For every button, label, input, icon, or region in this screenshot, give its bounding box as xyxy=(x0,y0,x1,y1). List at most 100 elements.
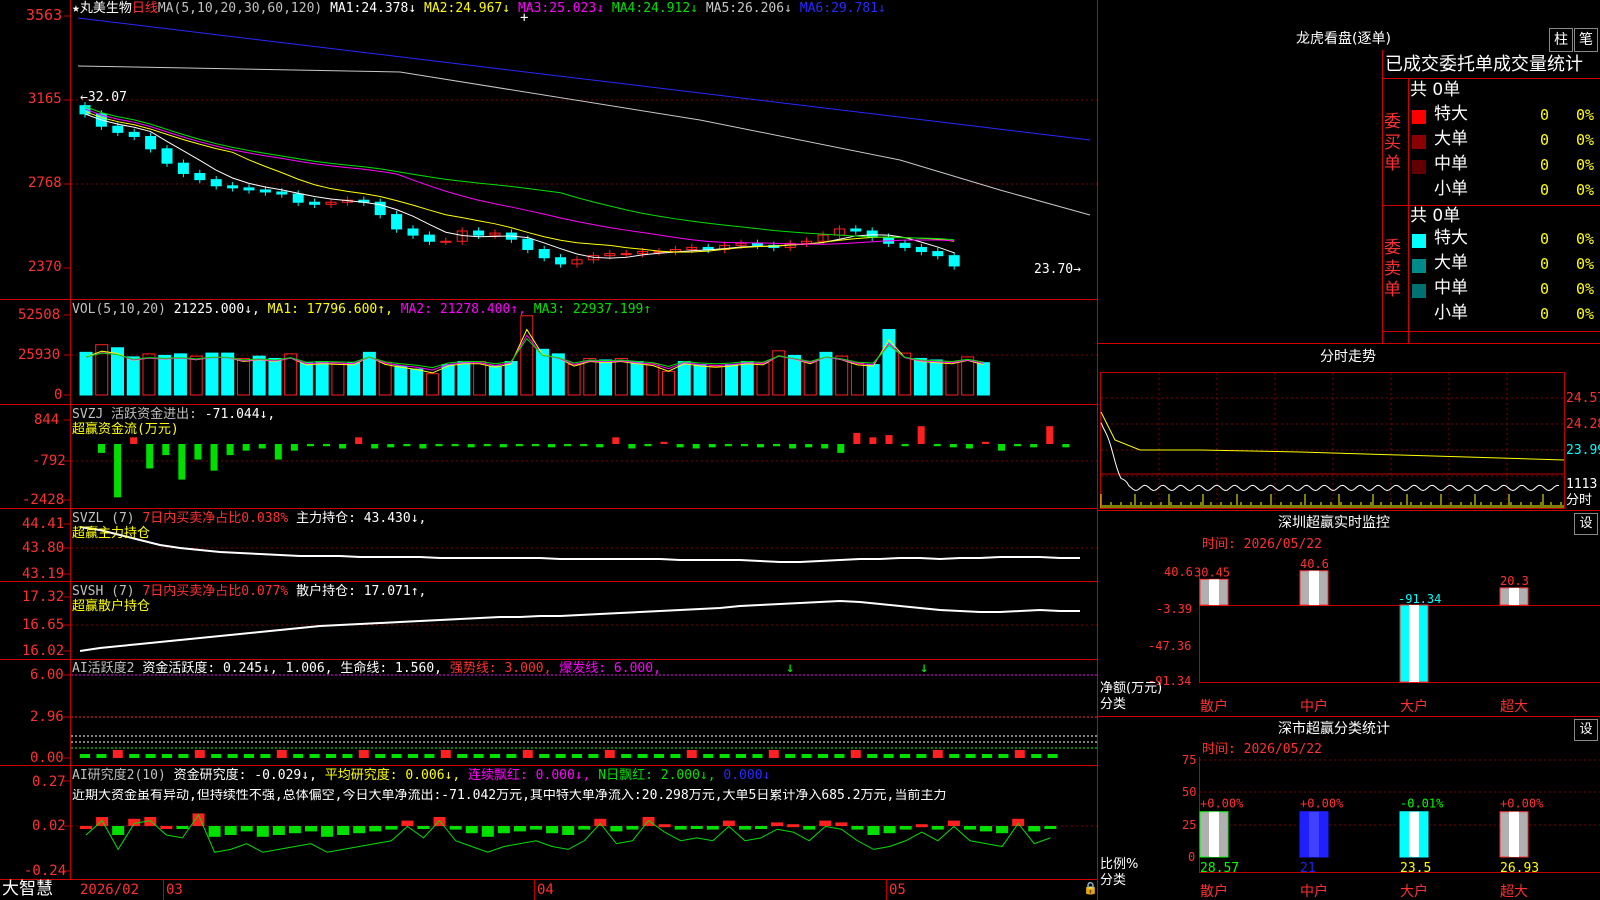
period-label[interactable]: 日线 xyxy=(132,1,158,16)
fund-flow-bar xyxy=(531,444,539,447)
retail-holdings-line xyxy=(79,599,1080,652)
ai1-lifeline: 生命线: 1.560, xyxy=(340,661,442,676)
activity-bar xyxy=(883,754,894,758)
volume-bar xyxy=(520,315,534,396)
candle-body xyxy=(948,255,960,267)
activity-bar xyxy=(801,754,812,758)
fund-flow-bar xyxy=(226,444,234,456)
activity-bar xyxy=(654,754,664,758)
activity-bar xyxy=(178,754,189,758)
volume-bar xyxy=(173,353,187,396)
candle-body xyxy=(194,172,206,181)
volume-bar xyxy=(142,353,156,396)
fund-flow-bar xyxy=(499,444,507,448)
axis-label: 3563 xyxy=(26,6,63,24)
ma-line-4 xyxy=(84,106,955,241)
research-bar xyxy=(947,820,960,826)
candle-body xyxy=(522,238,534,251)
monitor-category-label: 中户 xyxy=(1300,699,1328,715)
fund-flow-bar xyxy=(451,444,459,447)
svzl-value: 主力持仓: 43.430↓, xyxy=(296,511,427,526)
activity-bar xyxy=(932,750,943,758)
activity-bar xyxy=(375,754,386,758)
volume-bar xyxy=(473,360,487,396)
activity-bar xyxy=(752,754,763,758)
fund-flow-bar xyxy=(1062,444,1070,448)
activity-bar xyxy=(588,754,599,758)
axis-label: 2.96 xyxy=(30,709,64,725)
svzj-value: -71.044↓, xyxy=(204,407,276,422)
activity-bar xyxy=(686,750,697,758)
candle-body xyxy=(227,185,239,189)
fund-flow-bar xyxy=(901,444,909,447)
sell-row-pct: 0% xyxy=(1576,280,1595,298)
sell-row-name: 特大 xyxy=(1434,228,1468,248)
low-mark: 23.70→ xyxy=(1034,262,1081,277)
axis-label: 2768 xyxy=(28,175,62,191)
buy-row-pct: 0% xyxy=(1576,131,1595,149)
buy-row-name: 大单 xyxy=(1434,129,1468,149)
main-holdings-line xyxy=(79,526,1080,563)
tick-mode-button[interactable]: 笔 xyxy=(1574,28,1598,52)
research-bar xyxy=(288,826,301,834)
fund-flow-bar xyxy=(1030,444,1038,448)
research-bar xyxy=(851,826,864,830)
monitor-title: 深圳超赢实时监控 xyxy=(1278,515,1390,531)
volume-bar xyxy=(945,360,959,396)
buy-row-name: 小单 xyxy=(1434,179,1468,199)
volume-bar xyxy=(614,357,628,396)
candle-body xyxy=(128,131,140,137)
candle-body xyxy=(210,179,222,187)
bar-mode-button[interactable]: 柱 xyxy=(1549,28,1573,52)
research-bar xyxy=(626,826,639,830)
fund-flow-bar xyxy=(258,444,266,449)
axis-label: 75 xyxy=(1182,753,1197,767)
classify-settings-button[interactable]: 设 xyxy=(1574,719,1598,741)
fund-flow-bar xyxy=(644,444,652,447)
high-mark-value: 32.07 xyxy=(87,90,127,105)
fund-flow-bar xyxy=(821,444,829,449)
stock-name[interactable]: 丸美生物 xyxy=(80,1,132,16)
activity-bar xyxy=(768,750,779,758)
monitor-bar-value: -91.34 xyxy=(1398,592,1441,606)
lock-icon[interactable]: 🔒 xyxy=(1083,882,1098,894)
monitor-ylabel: 净额(万元) xyxy=(1100,681,1163,696)
fund-flow-bar xyxy=(965,444,973,449)
volume-bar xyxy=(567,364,581,396)
classify-ylabel: 比例% xyxy=(1100,857,1139,872)
vol-title-bar: VOL(5,10,20) 21225.000↓, MA1: 17796.600↑… xyxy=(72,303,651,316)
sell-row-pct: 0% xyxy=(1576,305,1595,323)
volume-bar xyxy=(693,364,707,396)
vol-ma1: MA1: 17796.600↑, xyxy=(267,302,393,317)
candle-body xyxy=(899,242,911,248)
research-bar xyxy=(449,826,462,830)
candle-body xyxy=(620,253,632,256)
axis-label: 6.00 xyxy=(30,667,64,683)
fund-flow-bar xyxy=(467,444,475,448)
intraday-vol-label: 分时 xyxy=(1566,493,1593,508)
fund-flow-bar xyxy=(323,444,331,447)
plot-layer: +↓ ↓30.4540.6-91.3420.3+0.00%28.57+0.00%2… xyxy=(77,10,1565,876)
volume-bar xyxy=(126,356,140,396)
intraday-title: 分时走势 xyxy=(1320,349,1376,365)
monitor-bar-value: 30.45 xyxy=(1194,565,1230,579)
star-icon[interactable]: ★ xyxy=(72,1,80,16)
svsh-value: 散户持仓: 17.071↑, xyxy=(296,584,427,599)
svzl-ratio: 7日内买卖净占比0.038% xyxy=(142,511,289,526)
sell-row-name: 大单 xyxy=(1434,253,1468,273)
fund-flow-bar xyxy=(917,426,925,444)
candle-body xyxy=(538,249,550,259)
vol-title: VOL(5,10,20) xyxy=(72,302,166,317)
ma1-label: MA1: xyxy=(330,1,362,16)
axis-label: -47.36 xyxy=(1148,639,1192,653)
fund-flow-bar xyxy=(949,444,957,448)
activity-bar xyxy=(440,750,451,758)
candle-body xyxy=(850,228,862,232)
volume-bar xyxy=(158,354,172,396)
classify-bar-highlight xyxy=(1309,811,1319,857)
research-bar xyxy=(417,826,430,829)
vol-ma1-line xyxy=(85,328,984,374)
activity-bar xyxy=(244,754,254,758)
monitor-settings-button[interactable]: 设 xyxy=(1574,513,1598,535)
sell-row-qty: 0 xyxy=(1540,305,1550,323)
